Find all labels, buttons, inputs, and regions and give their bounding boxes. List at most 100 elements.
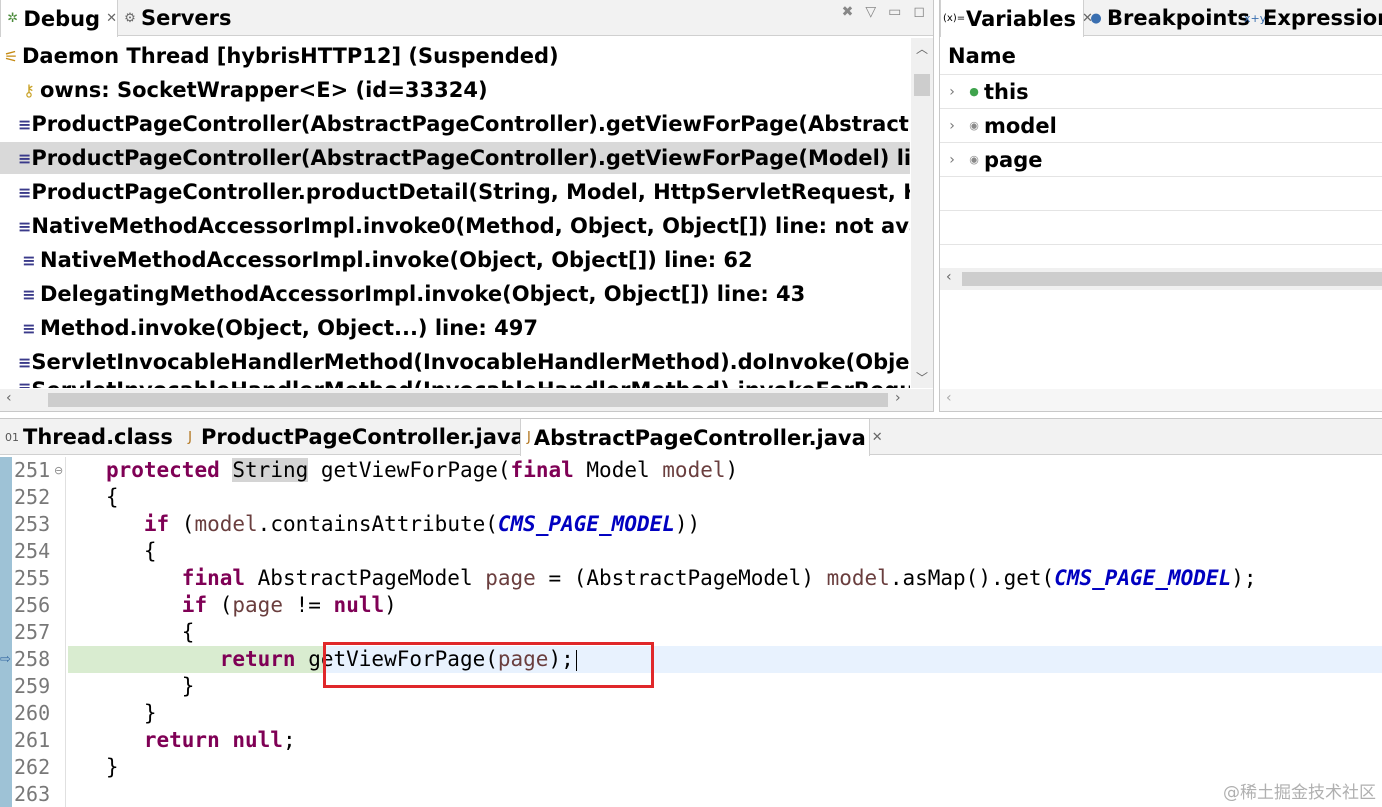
line-number: 261 (14, 728, 51, 752)
code-text[interactable]: if (model.containsAttribute(CMS_PAGE_MOD… (68, 511, 1382, 538)
stack-frame-row[interactable]: ≡ Method.invoke(Object, Object...) line:… (0, 312, 910, 344)
stack-frame-row[interactable]: ≡ ServletInvocableHandlerMethod(Invocabl… (0, 346, 910, 378)
line-number: 252 (14, 485, 51, 509)
code-line[interactable]: 261 return null; (0, 727, 1382, 754)
expand-chevron-icon[interactable]: › (940, 118, 964, 134)
code-text[interactable]: { (68, 538, 1382, 565)
scroll-thumb[interactable] (914, 74, 930, 96)
code-token: model (194, 512, 258, 536)
variables-horizontal-scrollbar[interactable]: ‹ (940, 268, 1382, 290)
line-number: 263 (14, 782, 51, 806)
code-text[interactable]: final AbstractPageModel page = (Abstract… (68, 565, 1382, 592)
variable-row-page[interactable]: › ◉ page (940, 143, 1382, 177)
code-token: final (181, 566, 246, 590)
debug-horizontal-scrollbar[interactable]: ‹ › (0, 389, 933, 411)
scroll-up-icon[interactable]: ︿ (911, 40, 933, 57)
code-token: ( (169, 512, 195, 536)
tab-debug[interactable]: ✲ Debug ✕ (0, 0, 118, 37)
stack-frame-row[interactable]: ≡ NativeMethodAccessorImpl.invoke0(Metho… (0, 210, 910, 242)
editor-tabbar: 01 Thread.class J ProductPageController.… (0, 419, 1382, 456)
scroll-thumb[interactable] (48, 393, 888, 407)
detail-horizontal-scrollbar[interactable]: ‹ (940, 389, 1382, 411)
code-line[interactable]: 262 } (0, 754, 1382, 781)
stack-frame-row-clipped[interactable]: ≡ ServletInvocableHandlerMethod(Invocabl… (0, 378, 910, 388)
stack-frame-label: DelegatingMethodAccessorImpl.invoke(Obje… (40, 282, 806, 306)
variables-name-column-header[interactable]: Name (948, 44, 1016, 68)
code-token: .asMap().get( (889, 566, 1055, 590)
code-text[interactable]: return null; (68, 727, 1382, 754)
code-line[interactable]: 253 if (model.containsAttribute(CMS_PAGE… (0, 511, 1382, 538)
scroll-left-icon[interactable]: ‹ (946, 390, 952, 406)
expand-chevron-icon[interactable]: › (940, 84, 964, 100)
code-line[interactable]: 255 final AbstractPageModel page = (Abst… (0, 565, 1382, 592)
variable-row-model[interactable]: › ◉ model (940, 109, 1382, 143)
tab-productpagecontroller[interactable]: J ProductPageController.java (182, 419, 525, 455)
code-token: = (AbstractPageModel) (535, 566, 827, 590)
maximize-icon[interactable]: ◻ (913, 4, 925, 20)
expand-chevron-icon[interactable]: › (940, 152, 964, 168)
code-line[interactable]: 252 { (0, 484, 1382, 511)
code-line[interactable]: 258 ⇨ return getViewForPage(page); (0, 646, 1382, 673)
code-text[interactable]: if (page != null) (68, 592, 1382, 619)
code-line[interactable]: 259 } (0, 673, 1382, 700)
stack-frame-row[interactable]: ≡ ProductPageController.productDetail(St… (0, 176, 910, 208)
tab-thread-class[interactable]: 01 Thread.class (4, 419, 173, 455)
code-text[interactable] (68, 781, 1382, 807)
tab-variables[interactable]: (x)= Variables ✕ (940, 0, 1093, 37)
code-line[interactable]: 257 { (0, 619, 1382, 646)
tab-abstractpagecontroller[interactable]: J AbstractPageController.java ✕ (520, 419, 883, 456)
stack-frame-icon: ≡ (22, 318, 36, 338)
thread-row[interactable]: ⚟ Daemon Thread [hybrisHTTP12] (Suspende… (0, 40, 910, 72)
variable-row-this[interactable]: › ● this (940, 75, 1382, 109)
tab-variables-label: Variables (966, 6, 1076, 31)
code-token: if (143, 512, 170, 536)
stack-frame-row[interactable]: ≡ ProductPageController(AbstractPageCont… (0, 108, 910, 140)
line-number: 257 (14, 620, 51, 644)
fold-icon[interactable]: ⊖ (54, 457, 63, 484)
watermark: @稀土掘金技术社区 (1223, 783, 1376, 803)
code-line[interactable]: 254 { (0, 538, 1382, 565)
scroll-left-icon[interactable]: ‹ (946, 269, 952, 285)
remove-terminated-icon[interactable]: ✖ (842, 4, 854, 20)
tab-servers[interactable]: ⚙ Servers (122, 0, 231, 36)
code-token: null (232, 728, 283, 752)
code-line[interactable]: 263 (0, 781, 1382, 807)
code-line[interactable]: 251 ⊖ protected String getViewForPage(fin… (0, 457, 1382, 484)
code-line[interactable]: 260 } (0, 700, 1382, 727)
code-token: if (181, 593, 208, 617)
line-number: 256 (14, 593, 51, 617)
scroll-thumb[interactable] (962, 272, 1382, 286)
monitor-row[interactable]: ⚷ owns: SocketWrapper<E> (id=33324) (0, 74, 910, 106)
close-icon[interactable]: ✕ (872, 430, 883, 445)
code-text[interactable]: } (68, 754, 1382, 781)
minimize-icon[interactable]: ▭ (888, 4, 901, 20)
stack-frame-icon: ≡ (22, 250, 36, 270)
stack-frame-row[interactable]: ≡ DelegatingMethodAccessorImpl.invoke(Ob… (0, 278, 910, 310)
code-token: } (68, 674, 195, 698)
close-icon[interactable]: ✕ (106, 11, 117, 26)
code-text[interactable]: return getViewForPage(page); (68, 646, 1382, 673)
scroll-right-icon[interactable]: › (895, 390, 901, 406)
scroll-down-icon[interactable]: ﹀ (911, 369, 933, 386)
stack-frame-label: ProductPageController(AbstractPageContro… (31, 112, 910, 136)
stack-frame-icon: ≡ (18, 216, 32, 236)
code-text[interactable]: } (68, 673, 1382, 700)
scroll-left-icon[interactable]: ‹ (6, 390, 12, 406)
stack-frame-row[interactable]: ≡ NativeMethodAccessorImpl.invoke(Object… (0, 244, 910, 276)
tab-expressions-label: Expressions (1263, 6, 1382, 30)
code-token: CMS_PAGE_MODEL (1054, 566, 1232, 590)
code-text[interactable]: } (68, 700, 1382, 727)
code-text[interactable]: { (68, 484, 1382, 511)
view-menu-icon[interactable]: ▽ (865, 4, 876, 20)
code-line[interactable]: 256 if (page != null) (0, 592, 1382, 619)
stack-frame-label: NativeMethodAccessorImpl.invoke(Object, … (40, 248, 753, 272)
code-text[interactable]: { (68, 619, 1382, 646)
code-text[interactable]: protected String getViewForPage(final Mo… (68, 457, 1382, 484)
code-token: getViewForPage( (308, 458, 511, 482)
stack-frame-icon: ≡ (18, 352, 32, 372)
tab-expressions[interactable]: x+y Expressions (1244, 0, 1382, 36)
debug-vertical-scrollbar[interactable]: ︿ ﹀ (911, 38, 933, 388)
tab-breakpoints[interactable]: ● Breakpoints (1088, 0, 1250, 36)
stack-frame-row-selected[interactable]: ≡ ProductPageController(AbstractPageCont… (0, 142, 910, 174)
